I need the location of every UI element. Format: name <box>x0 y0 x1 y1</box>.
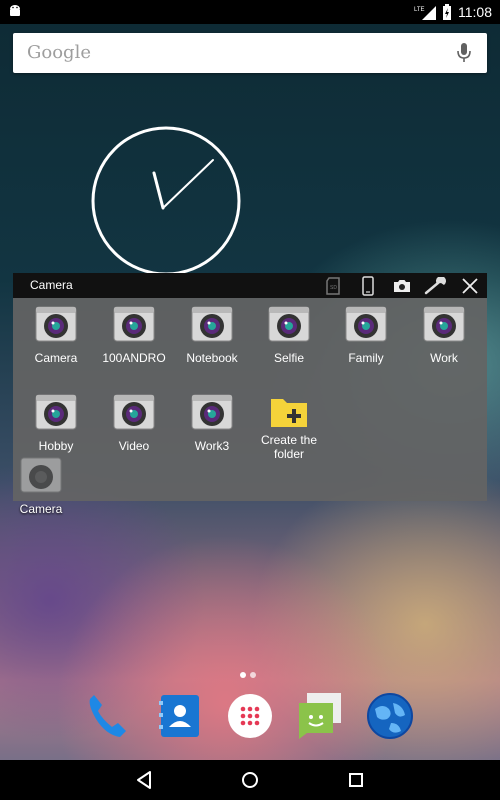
camera-app-icon <box>35 394 77 430</box>
folder-item-hobby[interactable]: Hobby <box>17 389 95 453</box>
folder-item-label: 100ANDRO <box>102 351 166 365</box>
camera-app-icon <box>113 394 155 430</box>
recent-apps-icon[interactable] <box>344 768 368 792</box>
folder-item-label: Family <box>348 351 384 365</box>
folder-item-label: Selfie <box>273 351 305 365</box>
camera-app-icon <box>191 394 233 430</box>
messaging-app-icon[interactable] <box>293 689 347 743</box>
page-dot <box>250 672 256 678</box>
dock <box>0 685 500 747</box>
create-folder-button[interactable]: Create the folder <box>250 389 328 461</box>
folder-title: Camera <box>30 278 73 292</box>
sd-card-button[interactable]: SD <box>317 273 351 298</box>
desktop-camera-shortcut[interactable]: Camera <box>14 452 68 516</box>
status-bar: LTE 11:08 <box>0 0 500 24</box>
google-search-bar[interactable]: Google <box>13 33 487 73</box>
phone-icon <box>362 275 374 296</box>
folder-item-label: Camera <box>34 351 78 365</box>
back-icon[interactable] <box>132 768 156 792</box>
camera-app-icon <box>35 306 77 342</box>
page-dot-active <box>240 672 246 678</box>
add-folder-icon <box>271 399 307 427</box>
camera-app-icon <box>268 306 310 342</box>
wrench-icon <box>424 276 446 294</box>
folder-item-camera[interactable]: Camera <box>17 301 95 365</box>
folder-item-video[interactable]: Video <box>95 389 173 453</box>
camera-app-icon <box>113 306 155 342</box>
android-notification-icon <box>10 5 20 16</box>
folder-item-label: Work3 <box>194 439 230 453</box>
signal-icon: LTE <box>414 6 436 20</box>
camera-app-icon <box>423 306 465 342</box>
phone-app-icon[interactable] <box>82 689 136 743</box>
folder-header: Camera SD <box>13 273 487 298</box>
folder-item-label: Create the folder <box>260 433 318 461</box>
status-icons: LTE 11:08 <box>414 0 492 24</box>
battery-icon <box>443 4 451 20</box>
folder-toolbar: SD <box>317 273 487 298</box>
search-placeholder: Google <box>27 42 91 63</box>
home-icon[interactable] <box>238 768 262 792</box>
folder-item-label: Video <box>118 439 150 453</box>
microphone-icon[interactable] <box>457 41 471 65</box>
svg-text:SD: SD <box>330 285 337 291</box>
camera-icon <box>394 279 410 292</box>
folder-item-label: Hobby <box>38 439 74 453</box>
folder-item-selfie[interactable]: Selfie <box>250 301 328 365</box>
folder-item-work[interactable]: Work <box>405 301 483 365</box>
folder-item-family[interactable]: Family <box>327 301 405 365</box>
navigation-bar <box>0 760 500 800</box>
camera-button[interactable] <box>385 273 419 298</box>
browser-app-icon[interactable] <box>363 689 417 743</box>
close-icon <box>462 277 478 294</box>
phone-storage-button[interactable] <box>351 273 385 298</box>
contacts-app-icon[interactable] <box>153 689 207 743</box>
camera-app-icon <box>191 306 233 342</box>
folder-item-label: Notebook <box>186 351 238 365</box>
page-indicator <box>240 672 260 678</box>
folder-item-label: Work <box>430 351 458 365</box>
folder-item-100andro[interactable]: 100ANDRO <box>95 301 173 365</box>
camera-folder-panel: Camera SD Camera 100ANDRO Notebook Selfi… <box>13 273 487 501</box>
desktop-camera-label: Camera <box>19 502 63 516</box>
analog-clock-widget[interactable] <box>90 126 244 276</box>
settings-button[interactable] <box>419 273 453 298</box>
status-time: 11:08 <box>458 4 492 20</box>
folder-item-work3[interactable]: Work3 <box>173 389 251 453</box>
camera-app-icon <box>20 457 62 493</box>
sd-card-icon: SD <box>326 276 340 295</box>
folder-item-notebook[interactable]: Notebook <box>173 301 251 365</box>
all-apps-icon[interactable] <box>223 689 277 743</box>
close-button[interactable] <box>453 273 487 298</box>
svg-text:LTE: LTE <box>414 7 425 13</box>
camera-app-icon <box>345 306 387 342</box>
